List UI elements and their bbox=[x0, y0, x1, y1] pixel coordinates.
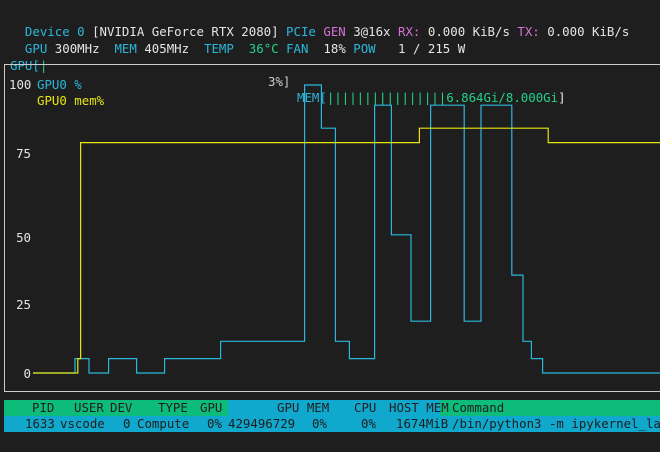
col-type[interactable]: TYPE bbox=[158, 400, 188, 415]
cell-command: /bin/python3 -m ipykernel_laun bbox=[452, 416, 660, 431]
tx-value: 0.000 KiB/s bbox=[547, 24, 630, 39]
col-cpu[interactable]: CPU bbox=[354, 400, 376, 415]
cell-dev: 0 bbox=[123, 416, 131, 431]
pow-label: POW bbox=[353, 41, 376, 56]
cell-cpu: 0% bbox=[361, 416, 376, 431]
series-line-gpu-util bbox=[33, 84, 660, 374]
pow-value: 1 / 215 W bbox=[398, 41, 466, 56]
temp-value: 36°C bbox=[248, 41, 279, 56]
col-user[interactable]: USER bbox=[74, 400, 104, 415]
y-tick-100: 100 bbox=[9, 77, 32, 92]
temp-label: TEMP bbox=[204, 41, 234, 56]
fan-label: FAN bbox=[286, 41, 309, 56]
cell-pid: 1633 bbox=[25, 416, 55, 431]
col-gpu-mem[interactable]: GPU MEM bbox=[277, 400, 329, 415]
gpu-clock-label: GPU bbox=[24, 41, 48, 56]
fan-value: 18% bbox=[323, 41, 346, 56]
series-line-gpu-mem bbox=[33, 127, 660, 374]
col-command[interactable]: Command bbox=[452, 400, 504, 415]
cell-user: vscode bbox=[60, 416, 105, 431]
clock-info-line: GPU 300MHz MEM 405MHz TEMP 36°C FAN 18% … bbox=[10, 25, 465, 57]
process-table-header: PID USER DEV TYPE GPU GPU MEM CPU HOST M… bbox=[4, 400, 660, 416]
gpu-clock-value: 300MHz bbox=[54, 41, 100, 56]
cell-gpu-mem: 429496729 bbox=[228, 416, 296, 431]
cell-gpu-mem-pct: 0% bbox=[312, 416, 327, 431]
legend-gpu-mem: GPU0 mem% bbox=[37, 93, 105, 108]
y-tick-25: 25 bbox=[16, 297, 31, 312]
col-pid[interactable]: PID bbox=[32, 400, 54, 415]
col-gpu[interactable]: GPU bbox=[200, 400, 222, 415]
utilization-chart: 100 75 50 25 0 GPU0 % GPU0 mem% bbox=[4, 64, 660, 392]
y-tick-0: 0 bbox=[23, 366, 31, 381]
legend-gpu-util: GPU0 % bbox=[37, 77, 82, 92]
col-host-mem[interactable]: HOST MEM bbox=[389, 400, 449, 415]
y-tick-75: 75 bbox=[16, 146, 31, 161]
mem-clock-label: MEM bbox=[114, 41, 137, 56]
y-tick-50: 50 bbox=[16, 230, 31, 245]
mem-clock-value: 405MHz bbox=[144, 41, 190, 56]
tx-label: TX: bbox=[517, 24, 540, 39]
table-row[interactable]: 1633 vscode 0 Compute 0% 429496729 0% 0%… bbox=[4, 416, 660, 432]
cell-host-mem: 1674MiB bbox=[396, 416, 449, 431]
cell-gpu: 0% bbox=[207, 416, 222, 431]
col-dev[interactable]: DEV bbox=[110, 400, 132, 415]
cell-type: Compute bbox=[137, 416, 190, 431]
chart-plot-area bbox=[33, 84, 660, 374]
